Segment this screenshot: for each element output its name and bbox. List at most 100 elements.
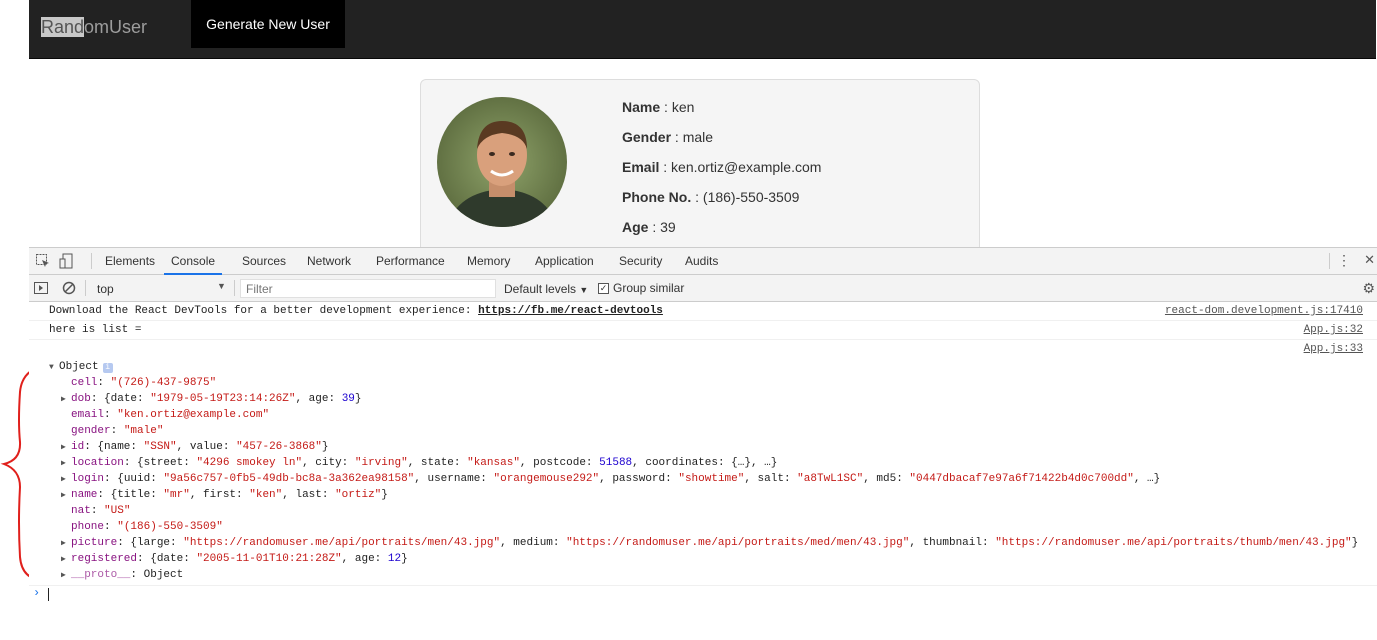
object-property-row: cell: "(726)-437-9875" (71, 377, 217, 389)
brand-logo[interactable]: RandomUser (41, 17, 147, 38)
property-value: {street: "4296 smokey ln", city: "irving… (137, 457, 778, 469)
more-options-icon[interactable]: ⋮ (1337, 252, 1351, 269)
expand-arrow-icon[interactable]: ▶ (61, 552, 71, 568)
info-row-age: Age : 39 (622, 219, 676, 235)
group-similar-label: Group similar (613, 281, 685, 295)
object-property-row: gender: "male" (71, 425, 164, 437)
tab-network[interactable]: Network (307, 248, 351, 275)
object-property-row[interactable]: ▶ registered: {date: "2005-11-01T10:21:28… (49, 551, 1377, 567)
message-source-link[interactable]: App.js:32 (1304, 321, 1363, 340)
tab-sources[interactable]: Sources (242, 248, 286, 275)
group-similar-toggle[interactable]: ✓ Group similar (598, 281, 684, 295)
devtools-tabbar: Elements Console Sources Network Perform… (29, 248, 1377, 275)
expand-arrow-icon[interactable]: ▶ (61, 568, 71, 584)
context-selector[interactable]: top (97, 282, 114, 296)
inspect-element-icon[interactable] (35, 253, 51, 269)
object-properties: cell: "(726)-437-9875" ▶ dob: {date: "1979… (49, 375, 1377, 583)
generate-new-user-button[interactable]: Generate New User (191, 0, 345, 48)
property-key: login (71, 473, 105, 485)
property-key: registered (71, 553, 138, 565)
property-value: "US" (104, 505, 131, 517)
console-settings-icon[interactable]: ⚙ (1362, 280, 1375, 297)
clear-console-icon[interactable] (61, 280, 77, 299)
property-value: Object (143, 569, 184, 581)
expand-arrow-icon[interactable]: ▶ (61, 392, 71, 408)
expand-arrow-icon[interactable]: ▶ (61, 472, 71, 488)
property-key: name (71, 489, 98, 501)
info-label: Email (622, 159, 660, 175)
object-property-row: phone: "(186)-550-3509" (71, 521, 223, 533)
tab-security[interactable]: Security (619, 248, 662, 275)
tab-elements[interactable]: Elements (105, 248, 155, 275)
object-label: Object (59, 361, 99, 373)
info-row-email: Email : ken.ortiz@example.com (622, 159, 822, 175)
message-text: Download the React DevTools for a better… (49, 305, 479, 317)
property-key: picture (71, 537, 118, 549)
expand-arrow-icon[interactable]: ▶ (61, 488, 71, 504)
info-value: (186)-550-3509 (702, 189, 800, 205)
tab-performance[interactable]: Performance (376, 248, 445, 275)
console-message: App.js:33 (29, 340, 1377, 359)
context-dropdown-icon[interactable]: ▼ (217, 281, 226, 291)
info-label: Age (622, 219, 649, 235)
devtools-link[interactable]: https://fb.me/react-devtools (478, 305, 663, 317)
property-key: nat (71, 505, 91, 517)
console-message: here is list = App.js:32 (29, 321, 1377, 340)
message-source-link[interactable]: react-dom.development.js:17410 (1165, 302, 1363, 321)
console-prompt[interactable]: › (29, 585, 1377, 605)
property-key: email (71, 409, 105, 421)
collapse-arrow-icon[interactable]: ▼ (49, 360, 59, 376)
object-property-row: nat: "US" (71, 505, 131, 517)
info-label: Name (622, 99, 661, 115)
info-row-gender: Gender : male (622, 129, 714, 145)
sidebar-toggle-icon[interactable] (33, 280, 49, 299)
property-key: cell (71, 377, 98, 389)
property-value: {name: "SSN", value: "457-26-3868"} (97, 441, 329, 453)
tab-application[interactable]: Application (535, 248, 594, 275)
expand-arrow-icon[interactable]: ▶ (61, 456, 71, 472)
console-filter-input[interactable] (240, 279, 496, 298)
log-levels-dropdown[interactable]: Default levels ▼ (504, 282, 588, 296)
property-value: {title: "mr", first: "ken", last: "ortiz… (110, 489, 388, 501)
info-label: Gender (622, 129, 672, 145)
levels-dropdown-icon: ▼ (579, 285, 589, 295)
info-row-name: Name : ken (622, 99, 695, 115)
info-value: male (682, 129, 714, 145)
property-value: "male" (123, 425, 164, 437)
property-key: __proto__ (71, 569, 131, 581)
user-avatar (437, 97, 567, 227)
device-toolbar-icon[interactable] (59, 253, 75, 269)
object-property-row[interactable]: ▶ location: {street: "4296 smokey ln", ci… (49, 455, 1377, 471)
object-property-row[interactable]: ▶ login: {uuid: "9a56c757-0fb5-49db-bc8a-… (49, 471, 1377, 487)
user-card: Name : ken Gender : male Email : ken.ort… (420, 79, 980, 259)
brand-selected-text: Rand (41, 17, 85, 37)
brand-text: omUser (84, 17, 148, 37)
app-navbar: RandomUser Generate New User (29, 0, 1376, 59)
message-source-link[interactable]: App.js:33 (1304, 340, 1363, 359)
object-property-row[interactable]: ▶ name: {title: "mr", first: "ken", last:… (49, 487, 1377, 503)
info-label: Phone No. (622, 189, 692, 205)
object-property-row[interactable]: ▶ picture: {large: "https://randomuser.me… (49, 535, 1377, 551)
console-output: Download the React DevTools for a better… (29, 302, 1377, 605)
tab-audits[interactable]: Audits (685, 248, 718, 275)
tab-memory[interactable]: Memory (467, 248, 510, 275)
object-property-row[interactable]: ▶ dob: {date: "1979-05-19T23:14:26Z", age… (49, 391, 1377, 407)
expand-arrow-icon[interactable]: ▶ (61, 440, 71, 456)
property-value: {uuid: "9a56c757-0fb5-49db-bc8a-3a362ea9… (117, 473, 1161, 485)
object-property-row[interactable]: ▶ id: {name: "SSN", value: "457-26-3868"} (49, 439, 1377, 455)
object-property-row[interactable]: ▶ __proto__: Object (49, 567, 1377, 583)
text-cursor (48, 588, 49, 601)
expand-arrow-icon[interactable]: ▶ (61, 536, 71, 552)
tab-console[interactable]: Console (164, 248, 223, 275)
log-levels-label: Default levels (504, 282, 577, 296)
group-similar-checkbox[interactable]: ✓ (598, 282, 609, 294)
property-key: dob (71, 393, 91, 405)
close-devtools-icon[interactable]: ✕ (1364, 252, 1375, 268)
info-value: ken (671, 99, 695, 115)
devtools-panel: Elements Console Sources Network Perform… (29, 247, 1377, 640)
object-root[interactable]: ▼ Object i (49, 359, 1377, 375)
info-value: ken.ortiz@example.com (671, 159, 822, 175)
toolbar-divider (1329, 253, 1330, 269)
user-info: Name : ken Gender : male Email : ken.ort… (622, 98, 821, 248)
toolbar-divider (85, 280, 86, 296)
